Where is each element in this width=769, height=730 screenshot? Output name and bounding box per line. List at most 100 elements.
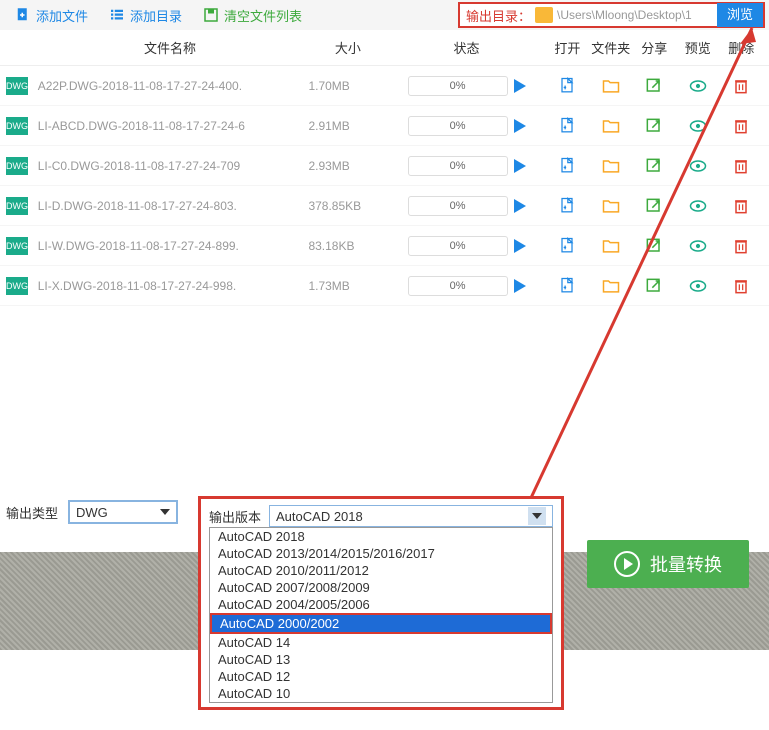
progress: 0%	[387, 196, 545, 216]
preview-button[interactable]	[676, 76, 719, 96]
share-button[interactable]	[633, 196, 676, 216]
open-folder-button[interactable]	[589, 76, 632, 96]
preview-button[interactable]	[676, 196, 719, 216]
preview-button[interactable]	[676, 236, 719, 256]
table-row: DWG LI-D.DWG-2018-11-08-17-27-24-803. 37…	[0, 186, 769, 226]
progress-bar: 0%	[408, 156, 508, 176]
version-option[interactable]: AutoCAD 14	[210, 634, 552, 651]
folder-icon	[535, 7, 553, 23]
file-size: 378.85KB	[308, 199, 387, 213]
open-file-button[interactable]	[546, 236, 589, 256]
file-size: 83.18KB	[308, 239, 387, 253]
version-option[interactable]: AutoCAD 13	[210, 651, 552, 668]
file-list: DWG A22P.DWG-2018-11-08-17-27-24-400. 1.…	[0, 66, 769, 306]
progress: 0%	[387, 156, 545, 176]
header-preview: 预览	[676, 38, 719, 57]
dwg-badge: DWG	[6, 157, 28, 175]
delete-button[interactable]	[720, 276, 763, 296]
file-name: LI-C0.DWG-2018-11-08-17-27-24-709	[32, 159, 309, 173]
share-button[interactable]	[633, 236, 676, 256]
delete-button[interactable]	[720, 76, 763, 96]
file-size: 2.93MB	[308, 159, 387, 173]
dwg-badge: DWG	[6, 277, 28, 295]
open-file-button[interactable]	[546, 156, 589, 176]
progress: 0%	[387, 76, 545, 96]
play-icon[interactable]	[514, 119, 526, 133]
delete-button[interactable]	[720, 156, 763, 176]
open-file-button[interactable]	[546, 196, 589, 216]
open-file-button[interactable]	[546, 76, 589, 96]
file-name: LI-ABCD.DWG-2018-11-08-17-27-24-6	[32, 119, 309, 133]
output-dir-path: \Users\Mloong\Desktop\1	[557, 8, 717, 22]
file-name: LI-D.DWG-2018-11-08-17-27-24-803.	[32, 199, 309, 213]
progress-bar: 0%	[408, 76, 508, 96]
progress: 0%	[387, 116, 545, 136]
open-folder-button[interactable]	[589, 196, 632, 216]
version-option[interactable]: AutoCAD 2010/2011/2012	[210, 562, 552, 579]
open-folder-button[interactable]	[589, 276, 632, 296]
play-icon[interactable]	[514, 199, 526, 213]
chevron-down-icon	[528, 507, 546, 525]
share-button[interactable]	[633, 156, 676, 176]
progress: 0%	[387, 236, 545, 256]
progress-bar: 0%	[408, 276, 508, 296]
version-option[interactable]: AutoCAD 2007/2008/2009	[210, 579, 552, 596]
open-folder-button[interactable]	[589, 156, 632, 176]
share-button[interactable]	[633, 116, 676, 136]
play-icon[interactable]	[514, 239, 526, 253]
add-file-button[interactable]: 添加文件	[4, 1, 98, 29]
open-file-button[interactable]	[546, 276, 589, 296]
play-icon[interactable]	[514, 279, 526, 293]
dwg-badge: DWG	[6, 197, 28, 215]
browse-button[interactable]: 浏览	[717, 3, 763, 27]
chevron-down-icon	[160, 509, 170, 515]
play-icon[interactable]	[514, 79, 526, 93]
header-folder: 文件夹	[589, 38, 632, 57]
table-row: DWG LI-X.DWG-2018-11-08-17-27-24-998. 1.…	[0, 266, 769, 306]
header-size: 大小	[308, 38, 387, 57]
version-option[interactable]: AutoCAD 2013/2014/2015/2016/2017	[210, 545, 552, 562]
output-dir-label: 输出目录：	[466, 6, 531, 25]
preview-button[interactable]	[676, 156, 719, 176]
header-delete: 删除	[720, 38, 763, 57]
version-option[interactable]: AutoCAD 10	[210, 685, 552, 702]
preview-button[interactable]	[676, 276, 719, 296]
share-button[interactable]	[633, 276, 676, 296]
batch-convert-button[interactable]: 批量转换	[587, 540, 749, 588]
add-dir-button[interactable]: 添加目录	[98, 1, 192, 29]
file-name: A22P.DWG-2018-11-08-17-27-24-400.	[32, 79, 309, 93]
open-folder-button[interactable]	[589, 116, 632, 136]
open-file-button[interactable]	[546, 116, 589, 136]
delete-button[interactable]	[720, 116, 763, 136]
output-type-label: 输出类型	[6, 503, 58, 522]
open-folder-button[interactable]	[589, 236, 632, 256]
output-version-select[interactable]: AutoCAD 2018	[269, 505, 553, 527]
table-row: DWG A22P.DWG-2018-11-08-17-27-24-400. 1.…	[0, 66, 769, 106]
toolbar: 添加文件 添加目录 清空文件列表 输出目录： \Users\Mloong\Des…	[0, 0, 769, 30]
clear-list-button[interactable]: 清空文件列表	[192, 1, 312, 29]
add-dir-label: 添加目录	[130, 6, 182, 25]
add-file-label: 添加文件	[36, 6, 88, 25]
dwg-badge: DWG	[6, 237, 28, 255]
version-panel: 输出版本 AutoCAD 2018 AutoCAD 2018AutoCAD 20…	[198, 496, 564, 710]
header-share: 分享	[633, 38, 676, 57]
play-icon[interactable]	[514, 159, 526, 173]
progress-bar: 0%	[408, 116, 508, 136]
share-button[interactable]	[633, 76, 676, 96]
version-option[interactable]: AutoCAD 2000/2002	[210, 613, 552, 634]
header-open: 打开	[546, 38, 589, 57]
convert-label: 批量转换	[650, 551, 722, 577]
header-name: 文件名称	[32, 38, 309, 57]
version-option[interactable]: AutoCAD 12	[210, 668, 552, 685]
delete-button[interactable]	[720, 236, 763, 256]
version-option[interactable]: AutoCAD 2004/2005/2006	[210, 596, 552, 613]
version-dropdown[interactable]: AutoCAD 2018AutoCAD 2013/2014/2015/2016/…	[209, 527, 553, 703]
output-type-select[interactable]: DWG	[68, 500, 178, 524]
list-icon	[108, 6, 126, 24]
table-row: DWG LI-W.DWG-2018-11-08-17-27-24-899. 83…	[0, 226, 769, 266]
preview-button[interactable]	[676, 116, 719, 136]
delete-button[interactable]	[720, 196, 763, 216]
file-name: LI-W.DWG-2018-11-08-17-27-24-899.	[32, 239, 309, 253]
version-option[interactable]: AutoCAD 2018	[210, 528, 552, 545]
progress-bar: 0%	[408, 236, 508, 256]
